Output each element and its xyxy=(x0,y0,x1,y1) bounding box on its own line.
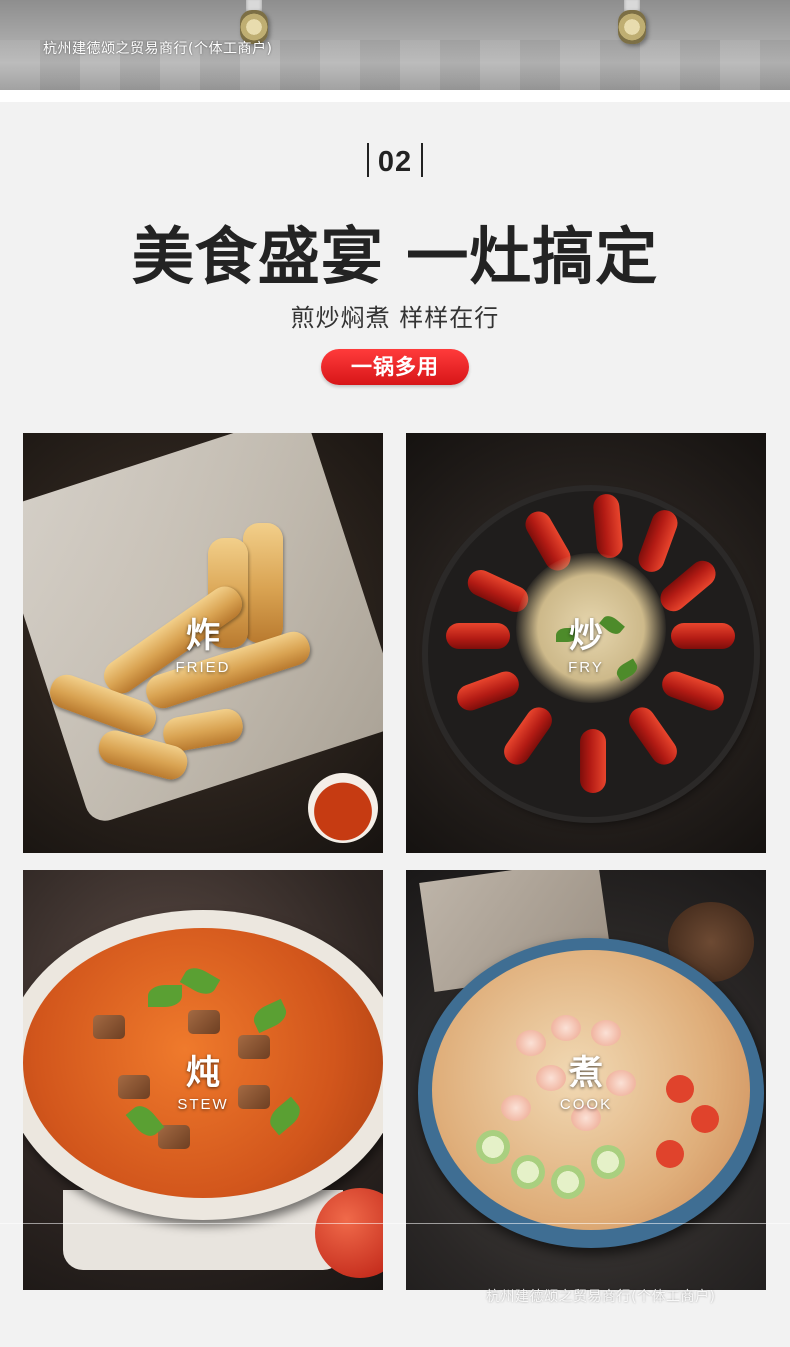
card-label: 炖 STEW xyxy=(23,1045,383,1113)
shrimp-ball xyxy=(551,1015,581,1041)
subheadline: 煎炒焖煮 样样在行 xyxy=(290,304,500,332)
card-stew: 炖 STEW xyxy=(23,870,383,1290)
card-label-cn: 煮 xyxy=(569,1053,603,1093)
section-number: 02 xyxy=(0,143,790,180)
card-label-cn: 炒 xyxy=(569,616,603,656)
card-fried: 炸 FRIED xyxy=(23,433,383,853)
card-label: 炒 FRY xyxy=(406,608,766,676)
shrimp-ball xyxy=(591,1020,621,1046)
cucumber-slice xyxy=(511,1155,545,1189)
card-label-en: COOK xyxy=(559,1096,613,1113)
divider-bar xyxy=(421,143,424,178)
card-label-cn: 炸 xyxy=(186,616,220,656)
divider-line xyxy=(0,1223,790,1224)
meat-chunk xyxy=(158,1125,190,1149)
shop-name-watermark: 杭州建德颂之贸易商行(个体工商户) xyxy=(43,41,273,57)
card-label-en: FRIED xyxy=(175,659,231,676)
cucumber-slice xyxy=(591,1145,625,1179)
dipping-sauce xyxy=(308,773,378,843)
multi-use-badge: 一锅多用 xyxy=(321,349,469,385)
crayfish xyxy=(580,729,606,793)
meat-chunk xyxy=(93,1015,125,1039)
card-fry: 炒 FRY xyxy=(406,433,766,853)
top-banner: 杭州建德颂之贸易商行(个体工商户) xyxy=(0,0,790,90)
feature-section: 02 美食盛宴 一灶搞定 煎炒焖煮 样样在行 一锅多用 炸 FRIED 炒 FR… xyxy=(0,102,790,1347)
cucumber-slice xyxy=(551,1165,585,1199)
cherry-tomato xyxy=(656,1140,684,1168)
card-label-en: FRY xyxy=(568,659,604,676)
mint-leaf xyxy=(148,985,182,1007)
card-label: 炸 FRIED xyxy=(23,608,383,676)
card-cook: 煮 COOK xyxy=(406,870,766,1290)
caster-wheel-icon xyxy=(610,0,656,46)
shop-name-watermark: 杭州建德颂之贸易商行(个体工商户) xyxy=(486,1289,716,1305)
spacer xyxy=(0,90,790,102)
card-label-cn: 炖 xyxy=(186,1053,220,1093)
section-number-text: 02 xyxy=(377,146,413,178)
headline: 美食盛宴 一灶搞定 xyxy=(131,220,659,293)
card-label-en: STEW xyxy=(177,1096,229,1113)
cucumber-slice xyxy=(476,1130,510,1164)
divider-bar xyxy=(366,143,369,178)
card-label: 煮 COOK xyxy=(406,1045,766,1113)
meat-chunk xyxy=(188,1010,220,1034)
